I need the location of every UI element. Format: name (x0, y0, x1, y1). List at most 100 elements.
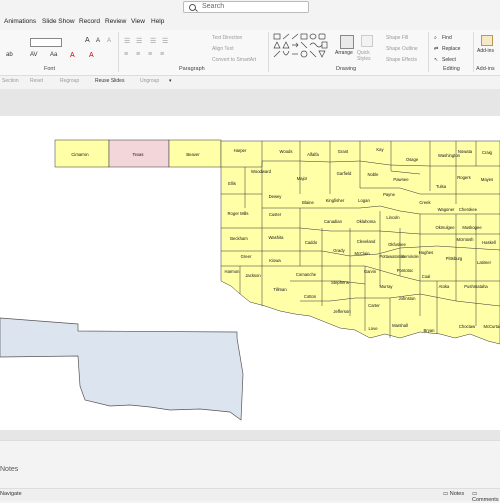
select-button[interactable]: Select (442, 57, 456, 63)
county-label: Marshall (392, 323, 408, 328)
bullets-icon[interactable]: ☰ (124, 37, 130, 45)
county-label: Nowata (458, 149, 473, 154)
font-color-icon[interactable]: ab (6, 52, 13, 58)
notes-toggle[interactable]: ▭ Notes (443, 491, 464, 497)
drawing-group-label: Drawing (336, 66, 357, 72)
county-label: Alfalfa (307, 152, 319, 157)
find-button[interactable]: Find (442, 35, 452, 41)
align-text-button[interactable]: Align Text (212, 46, 234, 52)
numbering-icon[interactable]: ☰ (136, 37, 142, 45)
county-label: Ellis (228, 181, 236, 186)
more-icon[interactable]: ▾ (169, 78, 172, 84)
county-label: Mayes (481, 177, 493, 182)
arrange-icon[interactable] (340, 35, 354, 49)
replace-icon: ⇄ (434, 46, 439, 52)
font-size-dropdown[interactable] (30, 38, 62, 47)
county-label: Greer (241, 254, 252, 259)
text-direction-button[interactable]: Text Direction (212, 35, 242, 41)
county-label: Cherokee (459, 207, 478, 212)
section-button[interactable]: Section (2, 78, 19, 84)
align-right-icon[interactable]: ≡ (148, 51, 152, 58)
font-group-label: Font (44, 66, 56, 72)
county-label: Jackson (245, 273, 261, 278)
county-label: Latimer (477, 260, 492, 265)
county-label: Pawnee (393, 177, 409, 182)
texas-state-shape[interactable] (0, 317, 244, 421)
county-label: Garvin (364, 269, 377, 274)
change-case-icon[interactable]: Aa (50, 52, 57, 58)
shapes-gallery[interactable] (273, 33, 329, 63)
county-label: Garfield (337, 171, 352, 176)
county-label: Noble (368, 172, 380, 177)
increase-indent-icon[interactable]: ☰ (162, 37, 168, 45)
navigate-label[interactable]: Navigate (0, 491, 22, 497)
search-placeholder: Search (202, 3, 225, 10)
title-bar: Search (0, 0, 500, 15)
reuse-slides-button[interactable]: Reuse Slides (95, 78, 124, 84)
county-label: Haskell (482, 240, 496, 245)
reset-button[interactable]: Reset (30, 78, 43, 84)
justify-icon[interactable]: ≡ (160, 51, 164, 58)
decrease-indent-icon[interactable]: ☰ (150, 37, 156, 45)
shape-effects-button[interactable]: Shape Effects (386, 57, 417, 63)
county-label: Roger Mills (228, 211, 249, 216)
highlight-icon[interactable]: A (70, 52, 75, 59)
ribbon-tabs: Animations Slide Show Record Review View… (0, 16, 500, 29)
notes-label: Notes (0, 466, 19, 473)
shape-fill-button[interactable]: Shape Fill (386, 35, 408, 41)
search-input[interactable]: Search (183, 1, 309, 13)
county-label: Creek (419, 200, 431, 205)
comments-toggle[interactable]: ▭ Comments (472, 491, 500, 503)
county-label: Major (297, 176, 308, 181)
tab-view[interactable]: View (131, 18, 145, 25)
county-label: Johnston (399, 296, 417, 301)
quick-styles-button[interactable]: Quick Styles (357, 50, 379, 62)
tab-slide-show[interactable]: Slide Show (42, 18, 75, 25)
search-icon (189, 4, 196, 11)
select-icon: ↖ (434, 57, 439, 63)
arrange-button[interactable]: Arrange (335, 50, 353, 56)
oklahoma-map: Cimarron Texas Beaver Harper Woods Alfalfa… (0, 139, 500, 421)
regroup-button[interactable]: Regroup (60, 78, 79, 84)
county-label: McClain (354, 251, 370, 256)
align-center-icon[interactable]: ≡ (136, 51, 140, 58)
county-label: Logan (358, 198, 370, 203)
paragraph-group-label: Paragraph (179, 66, 205, 72)
separator (118, 32, 119, 72)
tab-review[interactable]: Review (105, 18, 126, 25)
text-color-icon[interactable]: A (89, 52, 94, 59)
county-label: Carter (368, 303, 380, 308)
addins-icon[interactable] (481, 35, 493, 46)
county-label: Cimarron (71, 152, 89, 157)
shape-outline-button[interactable]: Shape Outline (386, 46, 418, 52)
tab-help[interactable]: Help (151, 18, 164, 25)
county-label: Woods (280, 149, 293, 154)
county-label: Cotton (304, 294, 317, 299)
slide[interactable]: Cimarron Texas Beaver Harper Woods Alfalfa… (0, 116, 500, 430)
separator (428, 32, 429, 72)
county-label: Bryan (424, 328, 436, 333)
tab-record[interactable]: Record (79, 18, 100, 25)
county-label: Canadian (324, 219, 343, 224)
county-label: Comanche (296, 272, 317, 277)
font-shrink-icon[interactable]: A (96, 38, 100, 44)
addins-group-label: Add-ins (476, 66, 495, 72)
county-label: Okfuskee (388, 242, 406, 247)
notes-pane[interactable]: Notes (0, 440, 500, 489)
replace-button[interactable]: Replace (442, 46, 460, 52)
county-label: Payne (383, 192, 396, 197)
clear-format-icon[interactable]: A (107, 38, 111, 44)
slide-canvas: Cimarron Texas Beaver Harper Woods Alfalfa… (0, 89, 500, 440)
font-grow-icon[interactable]: A (85, 37, 90, 44)
county-label: Hughes (419, 250, 433, 255)
tab-animations[interactable]: Animations (4, 18, 36, 25)
char-spacing-icon[interactable]: AV (30, 52, 38, 58)
align-left-icon[interactable]: ≡ (124, 51, 128, 58)
county-label: Stephens (331, 280, 349, 285)
ungroup-button[interactable]: Ungroup (140, 78, 159, 84)
convert-smartart-button[interactable]: Convert to SmartArt (212, 57, 256, 63)
county-label: Caddo (305, 240, 318, 245)
quick-styles-icon[interactable] (361, 35, 373, 47)
addins-button[interactable]: Add-ins (477, 48, 494, 54)
separator (473, 32, 474, 72)
